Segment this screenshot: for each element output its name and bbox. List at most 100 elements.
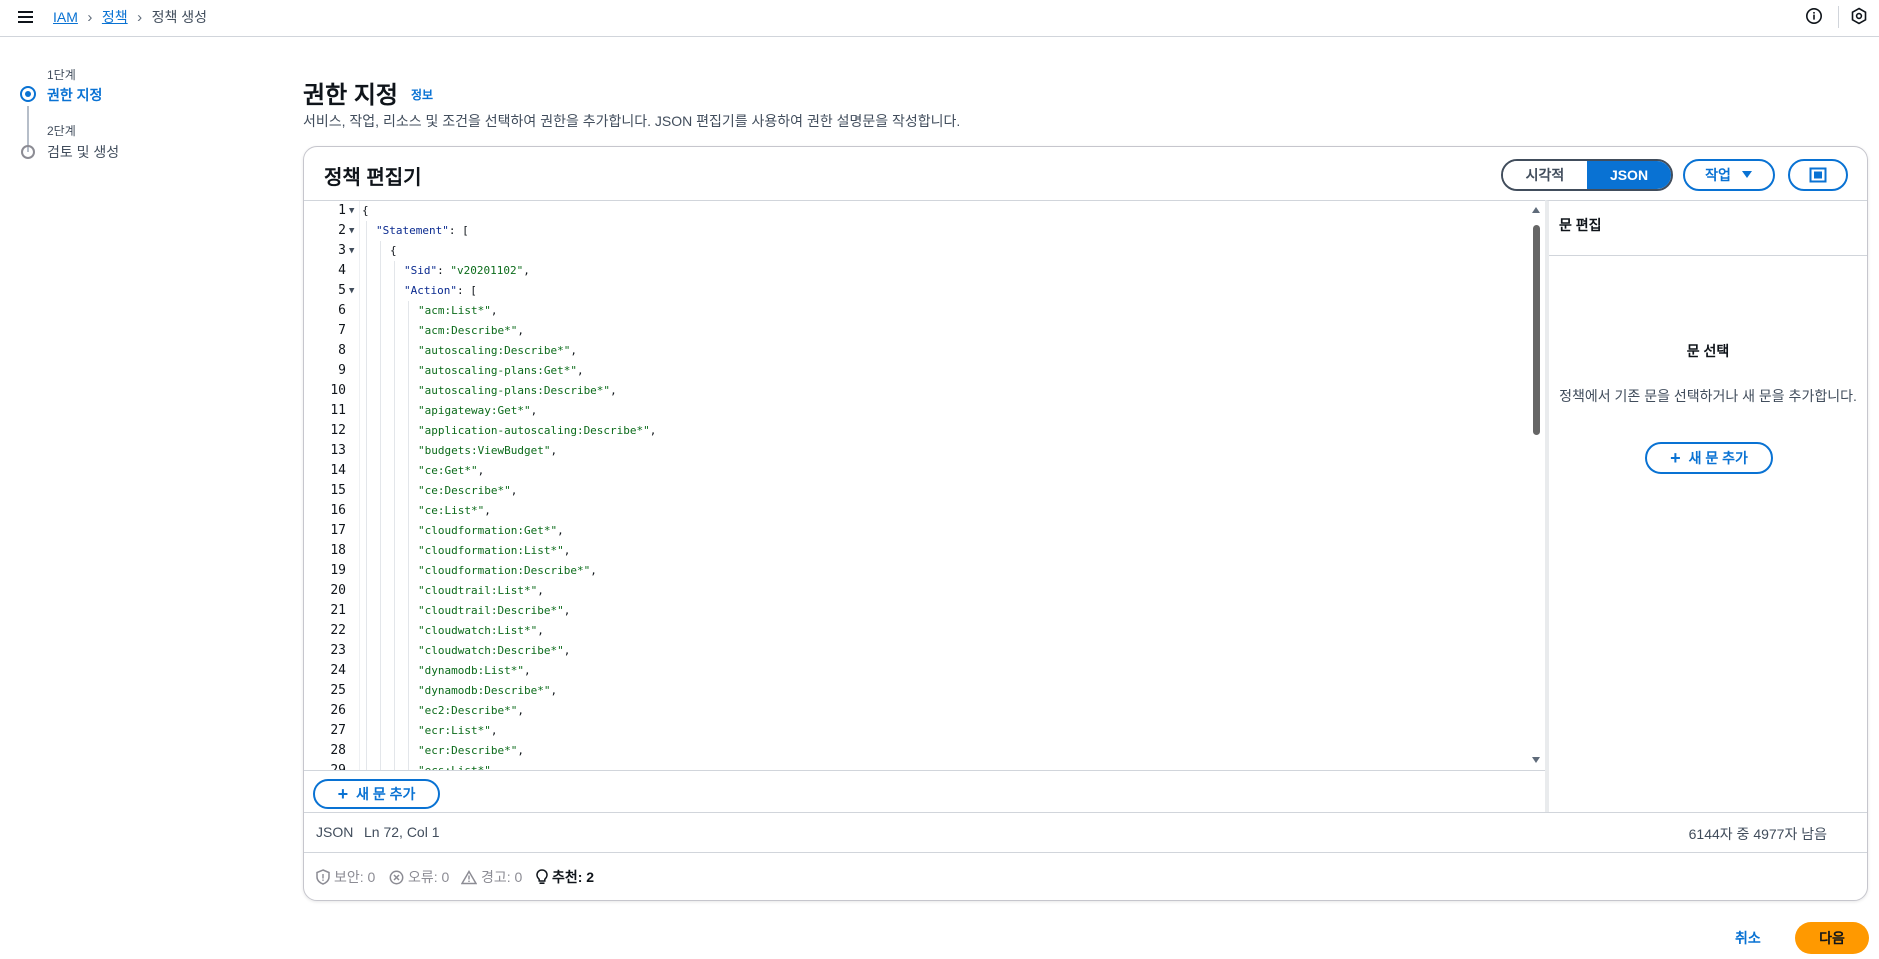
json-mode-button[interactable]: JSON [1587,161,1671,189]
editor-scrollbar[interactable] [1530,207,1542,767]
line-number: 3 [338,243,346,258]
step-2-number: 2단계 [47,124,76,138]
visual-mode-button[interactable]: 시각적 [1503,161,1587,189]
line-number: 27 [330,723,346,738]
warnings-tab[interactable]: 경고: 0 [461,867,522,887]
page-description: 서비스, 작업, 리소스 및 조건을 선택하여 권한을 추가합니다. JSON … [303,113,961,129]
indent-guide [408,581,409,601]
breadcrumb-iam-link[interactable]: IAM [53,9,78,25]
fullscreen-button[interactable] [1788,159,1848,191]
indent-guide [394,521,395,541]
code-text: { [390,241,397,261]
indent-guide [380,381,381,401]
security-findings-tab[interactable]: 보안: 0 [316,867,375,887]
indent-guide [408,701,409,721]
error-icon [389,870,404,884]
indent-guide [380,361,381,381]
plus-icon: + [337,784,349,804]
indent-guide [366,741,367,761]
line-number: 8 [338,343,346,358]
suggestions-tab[interactable]: 추천: 2 [536,867,594,887]
errors-count: 오류: 0 [408,869,450,885]
json-punctuation: , [563,644,571,657]
json-string: "ce:Get*" [418,464,478,477]
code-line: 24 "dynamodb:List*", [304,661,1526,681]
indent-guide [380,401,381,421]
json-string: "cloudwatch:Describe*" [418,644,564,657]
indent-guide [394,761,395,770]
step-1-title[interactable]: 권한 지정 [47,85,102,105]
cursor-position: Ln 72, Col 1 [364,824,440,840]
fold-toggle-icon[interactable]: ▼ [349,281,354,301]
line-number: 25 [330,683,346,698]
json-punctuation: , [517,324,524,337]
line-number: 2 [338,223,346,238]
breadcrumb-policies-link[interactable]: 정책 [102,7,128,27]
indent-guide [408,501,409,521]
line-number: 9 [338,363,346,378]
add-statement-button[interactable]: + 새 문 추가 [313,779,440,809]
scrollbar-thumb[interactable] [1533,225,1540,435]
actions-dropdown-button[interactable]: 작업 [1683,159,1775,191]
indent-guide [408,421,409,441]
line-number: 20 [330,583,346,598]
indent-guide [408,641,409,661]
json-punctuation: : [ [456,284,477,297]
panel-add-statement-button[interactable]: + 새 문 추가 [1645,442,1773,474]
indent-guide [408,601,409,621]
code-line: 9 "autoscaling-plans:Get*", [304,361,1526,381]
json-string: "v20201102" [450,264,524,277]
chevron-right-icon: › [87,8,93,26]
code-text: "ecr:Describe*", [418,741,524,761]
json-punctuation: : [437,264,451,277]
code-text: "cloudtrail:List*", [418,581,544,601]
indent-guide [380,721,381,741]
panel-add-statement-label: 새 문 추가 [1688,450,1748,466]
statement-editor-panel: 문 편집 문 선택 정책에서 기존 문을 선택하거나 새 문을 추가합니다. +… [1545,200,1867,812]
line-number: 13 [330,443,346,458]
json-string: "acm:List*" [418,304,491,317]
settings-hexagon-icon[interactable] [1849,6,1869,26]
scroll-down-icon[interactable] [1532,757,1540,763]
scroll-up-icon[interactable] [1532,207,1540,213]
errors-tab[interactable]: 오류: 0 [389,867,449,887]
line-number: 6 [338,303,346,318]
cancel-button[interactable]: 취소 [1735,928,1761,948]
indent-guide [394,461,395,481]
actions-label: 작업 [1705,167,1731,183]
code-line: 4 "Sid": "v20201102", [304,261,1526,281]
indent-guide [366,241,367,261]
code-line: 25 "dynamodb:Describe*", [304,681,1526,701]
indent-guide [394,561,395,581]
json-punctuation: , [557,524,564,537]
indent-guide [366,461,367,481]
menu-icon[interactable] [18,8,36,26]
code-text: "acm:Describe*", [418,321,524,341]
json-punctuation: { [390,244,397,257]
statement-editor-title: 문 편집 [1559,217,1602,233]
indent-guide [366,501,367,521]
line-number: 18 [330,543,346,558]
fold-toggle-icon[interactable]: ▼ [349,241,354,261]
next-button[interactable]: 다음 [1795,922,1869,954]
info-link[interactable]: 정보 [411,86,433,103]
code-line: 11 "apigateway:Get*", [304,401,1526,421]
code-text: { [362,201,369,221]
fold-toggle-icon[interactable]: ▼ [349,221,354,241]
indent-guide [366,541,367,561]
indent-guide [366,521,367,541]
info-icon[interactable] [1804,6,1824,26]
line-number: 4 [338,263,346,278]
line-number: 21 [330,603,346,618]
json-string: "cloudformation:Get*" [418,524,558,537]
json-punctuation: , [517,704,524,717]
indent-guide [408,741,409,761]
json-string: "ce:Describe*" [418,484,511,497]
json-code-editor[interactable]: 1 ▼{2 ▼ "Statement": [3 ▼{4 "Sid": "v20201102… [304,200,1545,770]
line-number: 22 [330,623,346,638]
indent-guide [408,761,409,770]
fold-toggle-icon[interactable]: ▼ [349,201,354,221]
indent-guide [394,621,395,641]
indent-guide [394,281,395,301]
indent-guide [366,481,367,501]
